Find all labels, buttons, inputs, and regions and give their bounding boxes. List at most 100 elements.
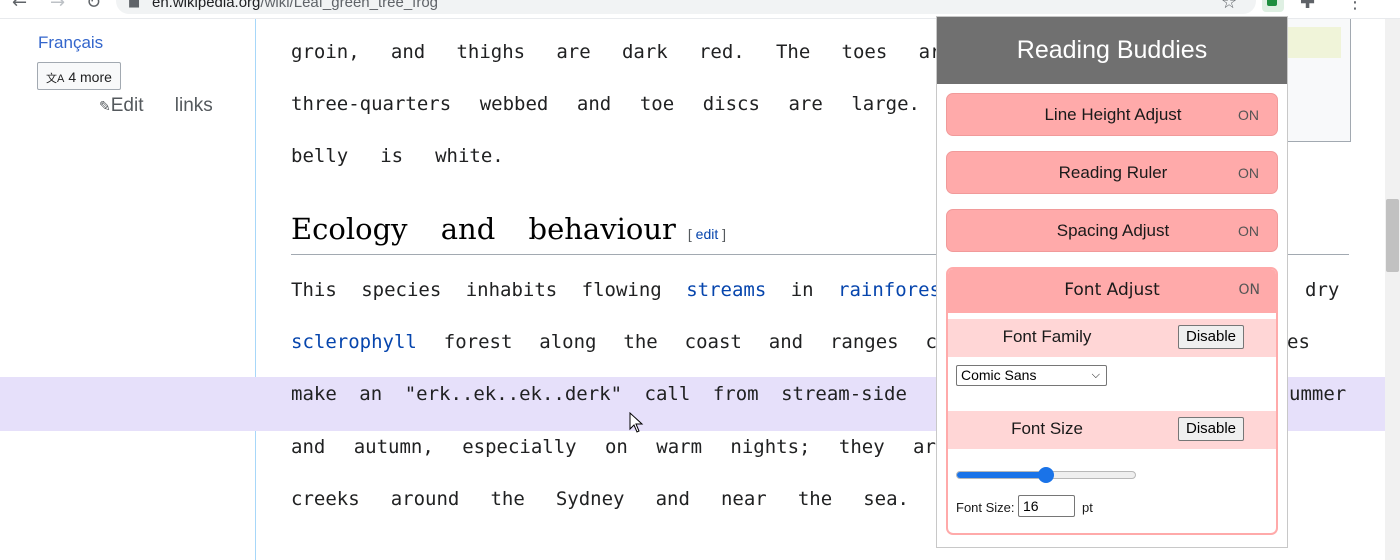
word: toes [841, 41, 888, 63]
word: the [623, 331, 658, 353]
star-icon[interactable]: ☆ [1221, 0, 1237, 13]
word: are [788, 93, 823, 115]
popup-title: Reading Buddies [937, 17, 1287, 84]
font-size-label: Font Size [1011, 419, 1083, 438]
word: warm [656, 436, 703, 458]
article-line: make an "erk..ek..ek..derk" call from stream-… [291, 383, 907, 405]
section-edit-link[interactable]: [ edit ] [688, 226, 726, 242]
article-line: creeks around the Sydney and near the sea. [291, 488, 909, 510]
url-host: en.wikipedia.org [152, 0, 261, 11]
word: call [644, 383, 691, 405]
article-line: This species inhabits flowing streams in rainf… [291, 279, 941, 301]
font-family-disable-button[interactable]: Disable [1178, 325, 1245, 349]
language-link-francais[interactable]: Français [38, 33, 103, 53]
chevron-down-icon: ⌵ [1091, 369, 1100, 381]
word: thighs [456, 41, 526, 63]
feature-label: Reading Ruler [1058, 163, 1168, 182]
word: along [539, 331, 597, 353]
more-languages-label: 4 more [68, 69, 112, 85]
word: flowing [581, 279, 662, 301]
extension-icon[interactable] [1262, 0, 1284, 12]
extension-glyph [1267, 0, 1277, 6]
word: forest [443, 331, 513, 353]
font-size-unit: pt [1082, 500, 1093, 515]
font-adjust-panel: Font Adjust ON Font Family Disable Comic… [946, 267, 1278, 535]
more-languages-button[interactable]: 文A 4 more [37, 62, 121, 90]
word: stream-side [781, 383, 907, 405]
word: red. [698, 41, 745, 63]
font-family-select[interactable]: Comic Sans ⌵ [956, 365, 1107, 386]
left-sidebar: Français 文A 4 more ✎Edit links [0, 19, 255, 560]
font-family-value: Comic Sans [961, 367, 1037, 383]
pencil-icon: ✎ [99, 98, 111, 114]
font-family-row: Font Family Disable [948, 319, 1276, 357]
wiki-link[interactable]: streams [686, 279, 766, 301]
word: near [720, 488, 767, 510]
infobox-cell [1287, 27, 1341, 58]
lock-icon[interactable]: ■ [128, 0, 140, 10]
feature-state: ON [1238, 107, 1259, 123]
wiki-link[interactable]: sclerophyll [291, 331, 417, 353]
slider-thumb[interactable] [1038, 467, 1054, 483]
word: toe [639, 93, 675, 115]
word: The [775, 41, 811, 63]
word: ranges [829, 331, 899, 353]
word: autumn, [353, 436, 434, 458]
word: Sydney [555, 488, 625, 510]
word: belly [291, 145, 349, 167]
url-text[interactable]: en.wikipedia.org/wiki/Leaf_green_tree_fr… [152, 0, 438, 11]
word: discs [702, 93, 760, 115]
article-line: three-quarters webbed and toe discs are large. [291, 93, 920, 115]
article-line: sclerophyll forest along the coast and ranges c [291, 331, 937, 353]
font-size-input[interactable]: 16 [1018, 495, 1075, 517]
font-family-label: Font Family [1002, 327, 1092, 346]
article-line: groin,andthighsaredarkred.Thetoesare [291, 41, 953, 63]
word: three-quarters [291, 93, 452, 115]
word: an [359, 383, 383, 405]
feature-state: ON [1238, 223, 1259, 239]
word: and [576, 93, 612, 115]
spacing-adjust-toggle[interactable]: Spacing Adjust ON [946, 209, 1278, 252]
word: is [380, 145, 404, 167]
wiki-link[interactable]: rainfores [838, 279, 941, 301]
mouse-cursor-icon [629, 412, 644, 433]
word: "erk..ek..ek..derk" [404, 383, 623, 405]
article-line-end: es [1287, 331, 1317, 353]
line-height-adjust-toggle[interactable]: Line Height Adjust ON [946, 93, 1278, 136]
word: inhabits [465, 279, 558, 301]
word: they [838, 436, 885, 458]
word: webbed [479, 93, 549, 115]
puzzle-icon[interactable]: ✚ [1300, 0, 1315, 13]
forward-icon[interactable]: → [50, 0, 65, 13]
feature-label: Spacing Adjust [1056, 221, 1170, 240]
slider-fill [957, 472, 1045, 478]
reading-ruler-toggle[interactable]: Reading Ruler ON [946, 151, 1278, 194]
font-adjust-toggle[interactable]: Font Adjust ON [948, 269, 1276, 313]
feature-state: ON [1238, 282, 1261, 298]
word: es [1287, 331, 1310, 353]
word: species [361, 279, 442, 301]
word: around [390, 488, 460, 510]
word: This [291, 279, 337, 301]
word: sea. [863, 488, 909, 510]
article-line-end: ummer [1289, 383, 1349, 405]
reload-icon[interactable]: ↻ [86, 0, 101, 13]
word: large. [851, 93, 920, 115]
edit-links-link[interactable]: ✎Edit links [99, 95, 213, 117]
word: ummer [1289, 383, 1347, 405]
font-size-field-label: Font Size: [956, 500, 1015, 515]
word: creeks [291, 488, 360, 510]
sidebar-divider [255, 19, 256, 560]
translate-icon: 文A [46, 73, 65, 85]
feature-label: Font Adjust [1064, 280, 1160, 300]
menu-icon[interactable]: ⋮ [1346, 0, 1364, 13]
word: dark [621, 41, 668, 63]
word: ar [913, 436, 936, 458]
back-icon[interactable]: ← [12, 0, 27, 13]
word: especially [462, 436, 577, 458]
scrollbar-track[interactable] [1385, 19, 1400, 560]
scrollbar-thumb[interactable] [1386, 199, 1399, 272]
section-title: Ecology and behaviour [291, 212, 676, 246]
word: nights; [730, 436, 811, 458]
font-size-disable-button[interactable]: Disable [1178, 417, 1245, 441]
